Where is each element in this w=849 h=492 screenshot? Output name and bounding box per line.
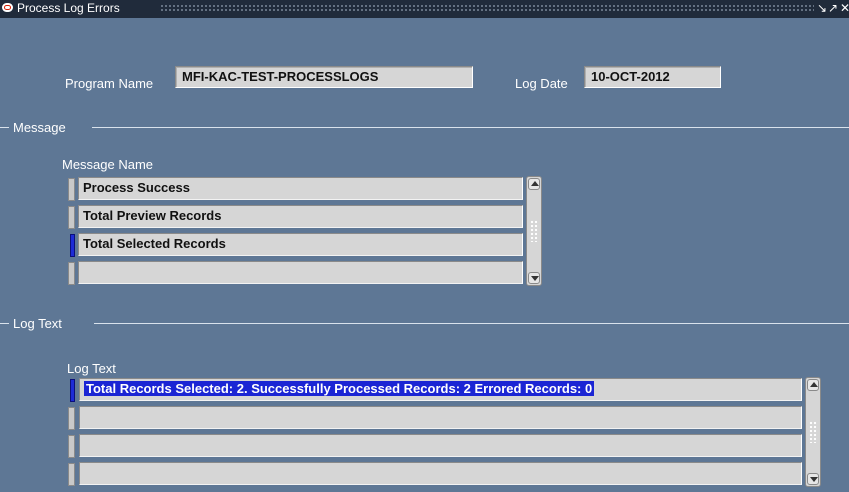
message-row[interactable] [78, 261, 523, 284]
log-text-row[interactable] [79, 406, 802, 429]
log-row-indicator[interactable] [68, 435, 75, 458]
log-row-indicator[interactable] [68, 407, 75, 430]
message-row-indicator-active[interactable] [70, 234, 75, 257]
scroll-down-icon[interactable] [807, 473, 819, 485]
log-text-row[interactable] [79, 434, 802, 457]
scroll-up-icon[interactable] [528, 178, 540, 190]
message-scrollbar[interactable] [526, 176, 542, 286]
log-date-field[interactable]: 10-OCT-2012 [584, 66, 721, 88]
scroll-down-icon[interactable] [528, 272, 540, 284]
minimize-icon[interactable]: ↘ [817, 1, 827, 16]
log-text-column-label: Log Text [67, 361, 116, 376]
oracle-logo-icon [2, 3, 13, 12]
log-date-label: Log Date [515, 76, 568, 91]
scroll-thumb-grip[interactable] [530, 220, 538, 242]
message-name-column-label: Message Name [62, 157, 154, 172]
log-text-row[interactable] [79, 462, 802, 485]
message-row-indicator[interactable] [68, 206, 75, 229]
window-title: Process Log Errors [17, 1, 120, 15]
logtext-section-rule [94, 323, 849, 324]
log-text-selected-text[interactable]: Total Records Selected: 2. Successfully … [84, 381, 595, 396]
log-row-indicator[interactable] [68, 463, 75, 486]
program-name-label: Program Name [65, 76, 154, 91]
scroll-thumb-grip[interactable] [809, 421, 817, 443]
window-titlebar: Process Log Errors ↘ ↗ ✕ [0, 0, 849, 18]
message-section-rule [92, 127, 849, 128]
log-text-scrollbar[interactable] [805, 377, 821, 487]
close-icon[interactable]: ✕ [840, 1, 849, 16]
message-row-indicator[interactable] [68, 178, 75, 201]
message-row-indicator[interactable] [68, 262, 75, 285]
message-row-selected[interactable]: Total Selected Records [78, 233, 523, 256]
logtext-section-rule-left [0, 323, 9, 324]
message-section-rule-left [0, 127, 9, 128]
message-row[interactable]: Process Success [78, 177, 523, 200]
maximize-icon[interactable]: ↗ [828, 1, 838, 16]
program-name-field[interactable]: MFI-KAC-TEST-PROCESSLOGS [175, 66, 473, 88]
scroll-up-icon[interactable] [807, 379, 819, 391]
window-controls: ↘ ↗ ✕ [815, 1, 849, 17]
message-row[interactable]: Total Preview Records [78, 205, 523, 228]
logtext-section-title: Log Text [10, 316, 65, 331]
log-row-indicator-active[interactable] [70, 379, 75, 402]
log-text-row-selected[interactable]: Total Records Selected: 2. Successfully … [79, 378, 802, 401]
titlebar-grip [160, 4, 814, 13]
message-section-title: Message [10, 120, 69, 135]
